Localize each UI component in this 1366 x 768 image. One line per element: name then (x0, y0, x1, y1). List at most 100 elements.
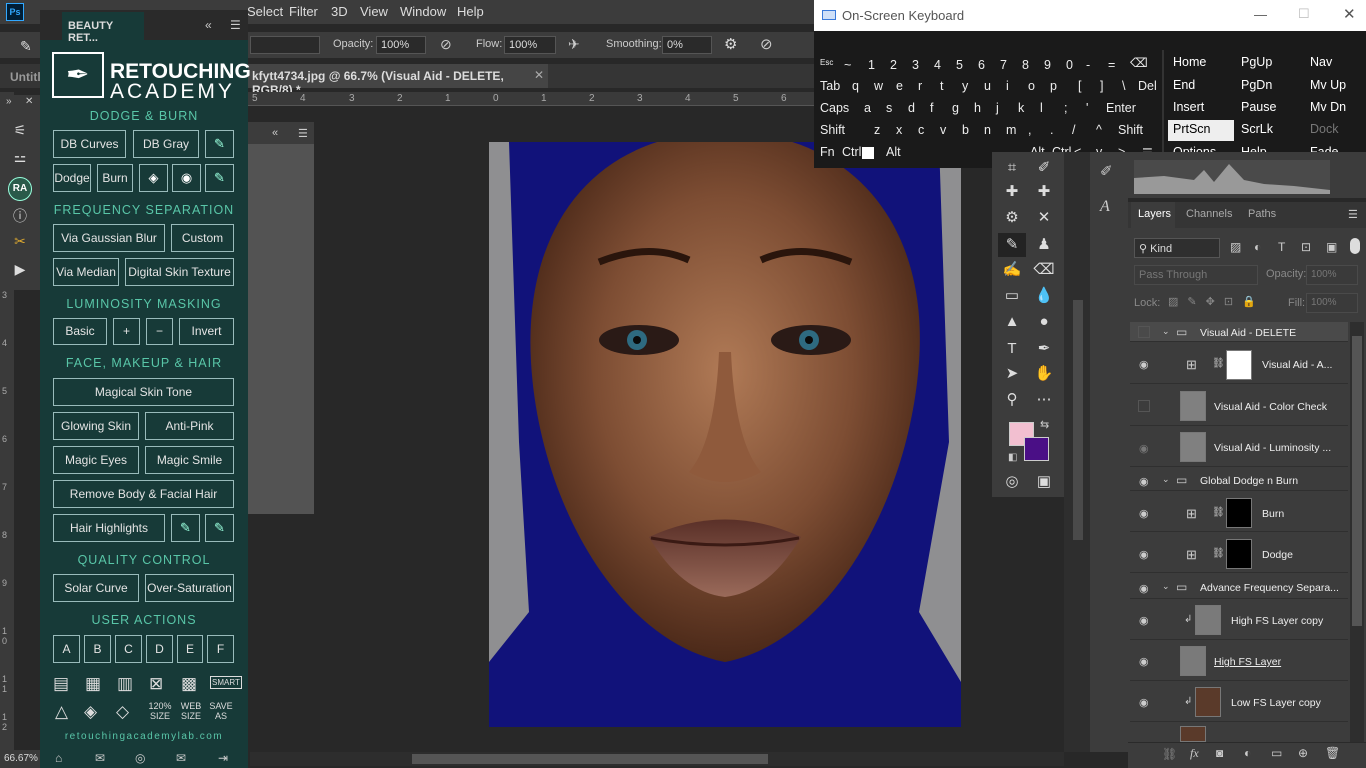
key[interactable]: w (874, 79, 883, 93)
key[interactable]: h (974, 101, 981, 115)
actions-play-icon[interactable]: ▶ (8, 261, 32, 283)
menu-select[interactable]: Select (247, 4, 283, 19)
layer-name[interactable]: Global Dodge n Burn (1200, 475, 1298, 487)
key[interactable]: / (1072, 123, 1075, 137)
layer-thumbnail[interactable] (1180, 432, 1206, 462)
chevron-down-icon[interactable]: ⌄ (1162, 474, 1170, 485)
piano-icon[interactable]: ▥ (117, 674, 133, 694)
maximize-icon[interactable]: ☐ (1298, 6, 1310, 22)
over-saturation-button[interactable]: Over-Saturation (145, 574, 234, 602)
document-tab[interactable]: kfytt4734.jpg @ 66.7% (Visual Aid - DELE… (248, 64, 548, 97)
layer-thumbnail[interactable] (1195, 605, 1221, 635)
pressure-size-icon[interactable]: ⊘ (760, 35, 773, 53)
move-crossing-icon[interactable]: ✕ (1032, 206, 1056, 230)
key[interactable]: j (996, 101, 999, 115)
quick-mask-icon[interactable]: ◎ (1000, 470, 1024, 494)
airbrush-icon[interactable]: ✈ (568, 36, 580, 53)
user-action-a-button[interactable]: A (53, 635, 80, 663)
untitled-tab[interactable]: Untitl (10, 70, 41, 84)
key[interactable]: 2 (890, 58, 897, 72)
background-color-swatch[interactable] (1024, 437, 1049, 461)
key[interactable]: c (918, 123, 924, 137)
key[interactable]: b (962, 123, 969, 137)
key[interactable]: p (1050, 79, 1057, 93)
close-icon[interactable]: ✕ (25, 96, 33, 107)
layer-thumbnail[interactable] (1180, 646, 1206, 676)
layer-thumbnail[interactable] (1180, 726, 1206, 742)
eye-icon[interactable]: ◉ (172, 164, 201, 192)
key[interactable]: [ (1078, 79, 1081, 93)
hair-highlights-button[interactable]: Hair Highlights (53, 514, 165, 542)
brush-tool-icon[interactable]: ✎ (20, 38, 32, 55)
fill-input[interactable]: 100% (1306, 293, 1358, 313)
mvup-key[interactable]: Mv Up (1310, 78, 1346, 92)
brush-tool-icon[interactable]: ✎ (1000, 233, 1024, 257)
key[interactable]: f (930, 101, 933, 115)
eye-icon[interactable]: ◉ (1139, 614, 1153, 627)
basic-button[interactable]: Basic (53, 318, 107, 345)
zoom-tool-icon[interactable]: ⚲ (1000, 388, 1024, 412)
key[interactable]: o (1028, 79, 1035, 93)
dock-key[interactable]: Dock (1310, 122, 1338, 136)
key[interactable]: - (1086, 58, 1090, 72)
smart-icon[interactable]: SMART (210, 676, 242, 689)
key[interactable]: t (940, 79, 943, 93)
more-tools-icon[interactable]: ⋯ (1032, 388, 1056, 412)
windows-icon[interactable] (862, 147, 874, 159)
help-icon[interactable]: ✉ (95, 751, 105, 765)
magical-skin-tone-button[interactable]: Magical Skin Tone (53, 378, 234, 406)
db-gray-button[interactable]: DB Gray (133, 130, 199, 158)
filter-kind-dropdown[interactable]: ⚲ Kind (1134, 238, 1220, 258)
opacity-input[interactable]: 100% (376, 36, 426, 54)
ra-panel-icon[interactable]: RA (8, 177, 32, 201)
glowing-skin-button[interactable]: Glowing Skin (53, 412, 139, 440)
key[interactable]: q (852, 79, 859, 93)
key[interactable]: r (918, 79, 922, 93)
mail-icon[interactable]: ✉ (176, 751, 186, 765)
pgdn-key[interactable]: PgDn (1241, 78, 1272, 92)
healing-brush-icon[interactable]: ✚ (1000, 180, 1024, 204)
key[interactable]: 6 (978, 58, 985, 72)
layers-scroll-thumb[interactable] (1352, 336, 1362, 626)
key[interactable]: 3 (912, 58, 919, 72)
user-action-e-button[interactable]: E (177, 635, 203, 663)
eye-icon[interactable]: ◉ (1139, 696, 1153, 709)
link-icon[interactable]: ⛓ (1212, 358, 1225, 369)
up-arrow-key[interactable]: ^ (1096, 123, 1102, 137)
dodge-button[interactable]: Dodge (53, 164, 91, 192)
digital-skin-texture-button[interactable]: Digital Skin Texture (125, 258, 234, 286)
key[interactable]: u (984, 79, 991, 93)
del-key[interactable]: Del (1138, 79, 1157, 93)
pressure-opacity-icon[interactable]: ⊘ (440, 36, 452, 53)
chevron-down-icon[interactable]: ⌄ (1162, 326, 1170, 337)
layer-thumbnail[interactable] (1195, 687, 1221, 717)
smart-filter-icon[interactable]: ▣ (1326, 240, 1337, 254)
expand-icon[interactable]: » (6, 96, 12, 107)
crossed-box-icon[interactable]: ⊠ (149, 674, 163, 694)
key[interactable]: v (940, 123, 946, 137)
tab-paths[interactable]: Paths (1248, 208, 1276, 220)
blur-tool-icon[interactable]: 💧 (1032, 284, 1056, 308)
key[interactable]: d (908, 101, 915, 115)
grid-icon[interactable]: ▦ (85, 674, 101, 694)
character-panel-icon[interactable]: A (1100, 198, 1110, 216)
history-brush-icon[interactable]: ✍ (1000, 258, 1024, 282)
burn-button[interactable]: Burn (97, 164, 133, 192)
user-action-f-button[interactable]: F (207, 635, 234, 663)
swap-colors-icon[interactable]: ⇆ (1040, 418, 1049, 431)
magic-eyes-button[interactable]: Magic Eyes (53, 446, 139, 474)
warp-grid-icon[interactable]: ▩ (181, 674, 197, 694)
info-icon[interactable]: ⓘ (8, 206, 32, 228)
dodge-tool-icon[interactable]: ▲ (1000, 310, 1024, 334)
collapse-icon[interactable]: « (272, 127, 278, 139)
collapse-icon[interactable]: « (205, 18, 212, 32)
solar-curve-button[interactable]: Solar Curve (53, 574, 139, 602)
key[interactable]: y (962, 79, 968, 93)
selection-arrow-icon[interactable]: ➤ (1000, 362, 1024, 386)
menu-window[interactable]: Window (400, 4, 446, 19)
key[interactable]: . (1050, 123, 1053, 137)
clone-stamp-icon[interactable]: ♟ (1032, 233, 1056, 257)
fx-icon[interactable]: fx (1190, 746, 1199, 761)
key[interactable]: k (1018, 101, 1024, 115)
key[interactable]: i (1006, 79, 1009, 93)
